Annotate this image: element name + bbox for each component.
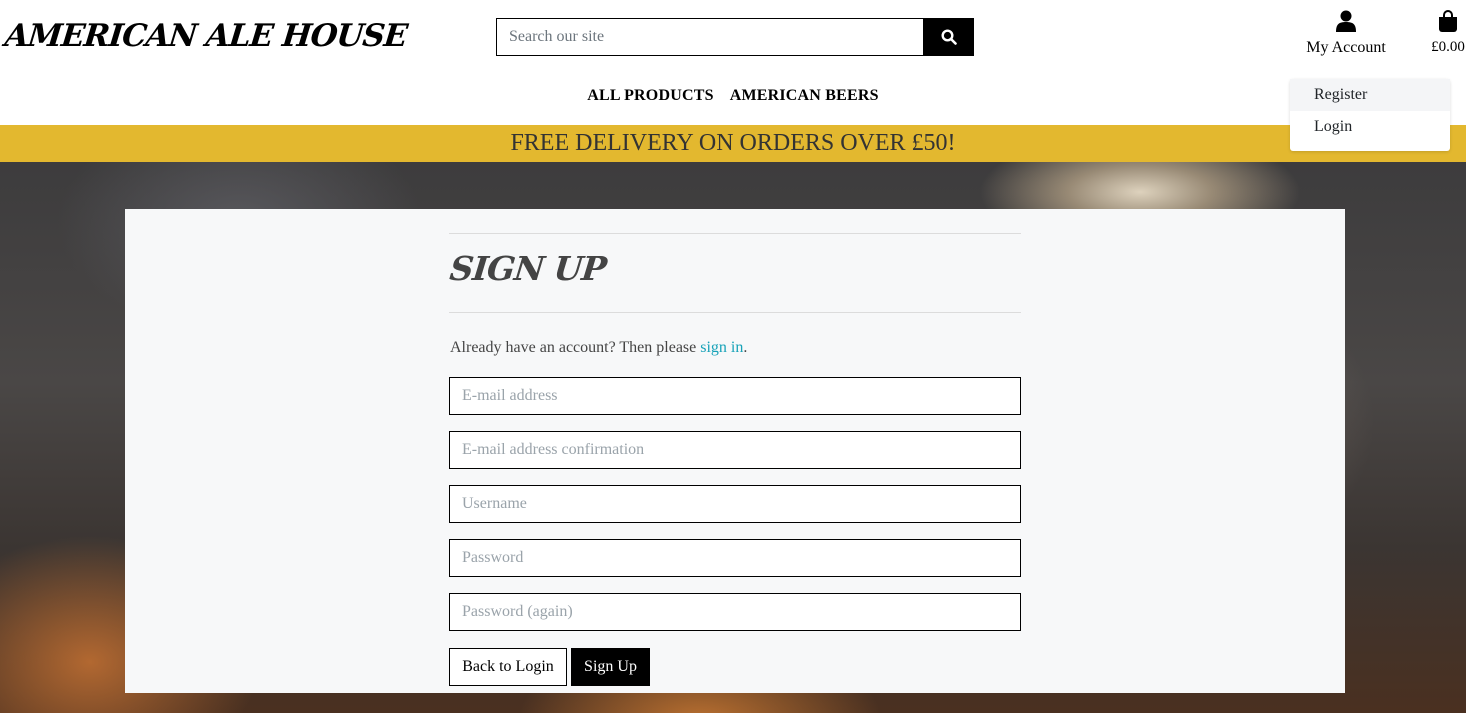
cart-link[interactable]: £0.00	[1424, 10, 1466, 56]
signin-prompt: Already have an account? Then please sig…	[450, 339, 747, 357]
nav-item-american-beers[interactable]: AMERICAN BEERS	[730, 87, 879, 105]
divider	[449, 233, 1021, 234]
signin-link[interactable]: sign in	[700, 339, 743, 356]
sign-up-button[interactable]: Sign Up	[571, 648, 650, 686]
password-field[interactable]	[449, 539, 1021, 577]
password-again-field[interactable]	[449, 593, 1021, 631]
user-icon	[1336, 10, 1356, 32]
nav-item-all-products[interactable]: ALL PRODUCTS	[587, 87, 713, 105]
search-input[interactable]	[496, 18, 924, 56]
username-field[interactable]	[449, 485, 1021, 523]
site-logo[interactable]: AMERICAN ALE HOUSE	[3, 18, 409, 54]
signin-prompt-end: .	[743, 339, 748, 356]
search-form	[496, 18, 974, 56]
search-icon	[941, 29, 957, 45]
my-account-link[interactable]: My Account	[1300, 10, 1392, 57]
back-to-login-button[interactable]: Back to Login	[449, 648, 567, 686]
site-header: AMERICAN ALE HOUSE My Account £0.00 ALL …	[0, 0, 1466, 125]
main-nav: ALL PRODUCTS AMERICAN BEERS	[0, 87, 1466, 105]
my-account-label: My Account	[1306, 39, 1386, 56]
menu-item-register[interactable]: Register	[1290, 79, 1450, 111]
signup-card: SIGN UP Already have an account? Then pl…	[125, 209, 1345, 693]
divider	[449, 312, 1021, 313]
shopping-bag-icon	[1439, 10, 1457, 32]
account-dropdown-menu: Register Login	[1290, 79, 1450, 151]
email-confirmation-field[interactable]	[449, 431, 1021, 469]
menu-item-login[interactable]: Login	[1290, 111, 1450, 143]
signin-prompt-text: Already have an account? Then please	[450, 339, 701, 356]
delivery-banner: FREE DELIVERY ON ORDERS OVER £50!	[0, 125, 1466, 162]
page-title: SIGN UP	[447, 249, 608, 288]
search-button[interactable]	[924, 18, 974, 56]
cart-total: £0.00	[1431, 39, 1465, 55]
email-field[interactable]	[449, 377, 1021, 415]
